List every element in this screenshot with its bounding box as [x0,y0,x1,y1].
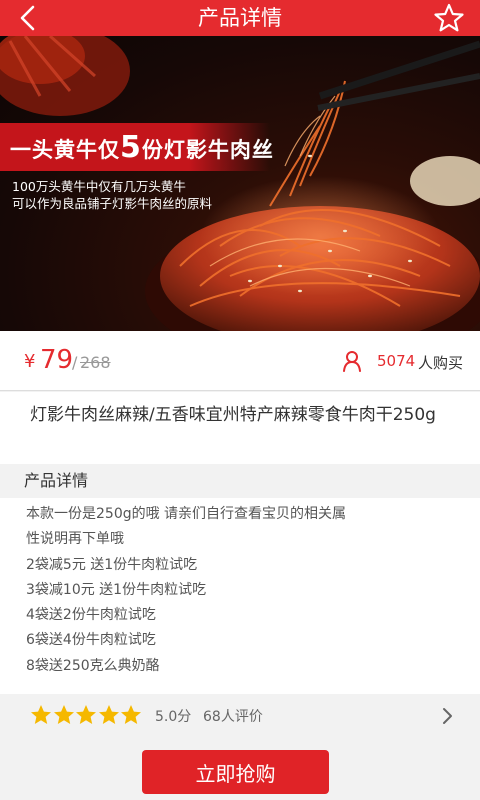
details-section-title: 产品详情 [0,464,480,498]
detail-line: 8袋送250克么典奶酪 [26,657,160,674]
currency-symbol: ¥ [24,351,36,372]
detail-line: 性说明再下单哦 [26,531,124,548]
detail-line: 3袋减10元 送1份牛肉粒试吃 [26,581,207,598]
detail-line: 6袋送4份牛肉粒试吃 [26,632,156,649]
detail-line: 本款一份是250g的哦 请亲们自行查看宝贝的相关属 [26,506,347,522]
bottom-bar: 立即抢购 [0,734,480,800]
current-price: 79 [40,345,74,375]
review-count: 68人评价 [203,709,263,725]
details-content: 本款一份是250g的哦 请亲们自行查看宝贝的相关属 性说明再下单哦 2袋减5元 … [0,498,480,694]
buyers-label: 人购买 [418,354,464,372]
product-hero-image: 一头黄牛仅5份灯影牛肉丝 100万头黄牛中仅有几万头黄牛 可以作为良品铺子灯影牛… [0,36,480,331]
person-icon [343,351,361,372]
rating-stars [30,704,143,726]
chevron-right-icon[interactable] [440,707,454,725]
page-title: 产品详情 [198,6,282,30]
hero-description: 100万头黄牛中仅有几万头黄牛 可以作为良品铺子灯影牛肉丝的原料 [12,179,213,211]
hero-slogan: 一头黄牛仅5份灯影牛肉丝 [10,130,274,165]
price-separator: / [72,353,78,372]
star-filled-icon [121,705,141,724]
star-filled-icon [53,705,74,724]
buy-now-button[interactable]: 立即抢购 [142,750,329,794]
detail-line: 2袋减5元 送1份牛肉粒试吃 [26,556,198,573]
star-filled-icon [31,705,51,724]
product-name-section: 灯影牛肉丝麻辣/五香味宜州特产麻辣零食牛肉干250g [0,392,480,464]
product-name: 灯影牛肉丝麻辣/五香味宜州特产麻辣零食牛肉干250g [30,405,436,425]
top-bar: 产品详情 [0,0,480,36]
original-price: 268 [80,353,111,372]
star-filled-icon [98,705,119,724]
rating-score: 5.0分 [155,709,192,725]
rating-row[interactable]: 5.0分 68人评价 [0,696,480,734]
buyers-count: 5074 [377,352,416,370]
detail-line: 4袋送2份牛肉粒试吃 [26,607,156,624]
star-filled-icon [76,705,96,724]
star-outline-icon[interactable] [434,3,464,33]
price-row: ¥ 79 / 268 5074 人购买 [0,331,480,391]
